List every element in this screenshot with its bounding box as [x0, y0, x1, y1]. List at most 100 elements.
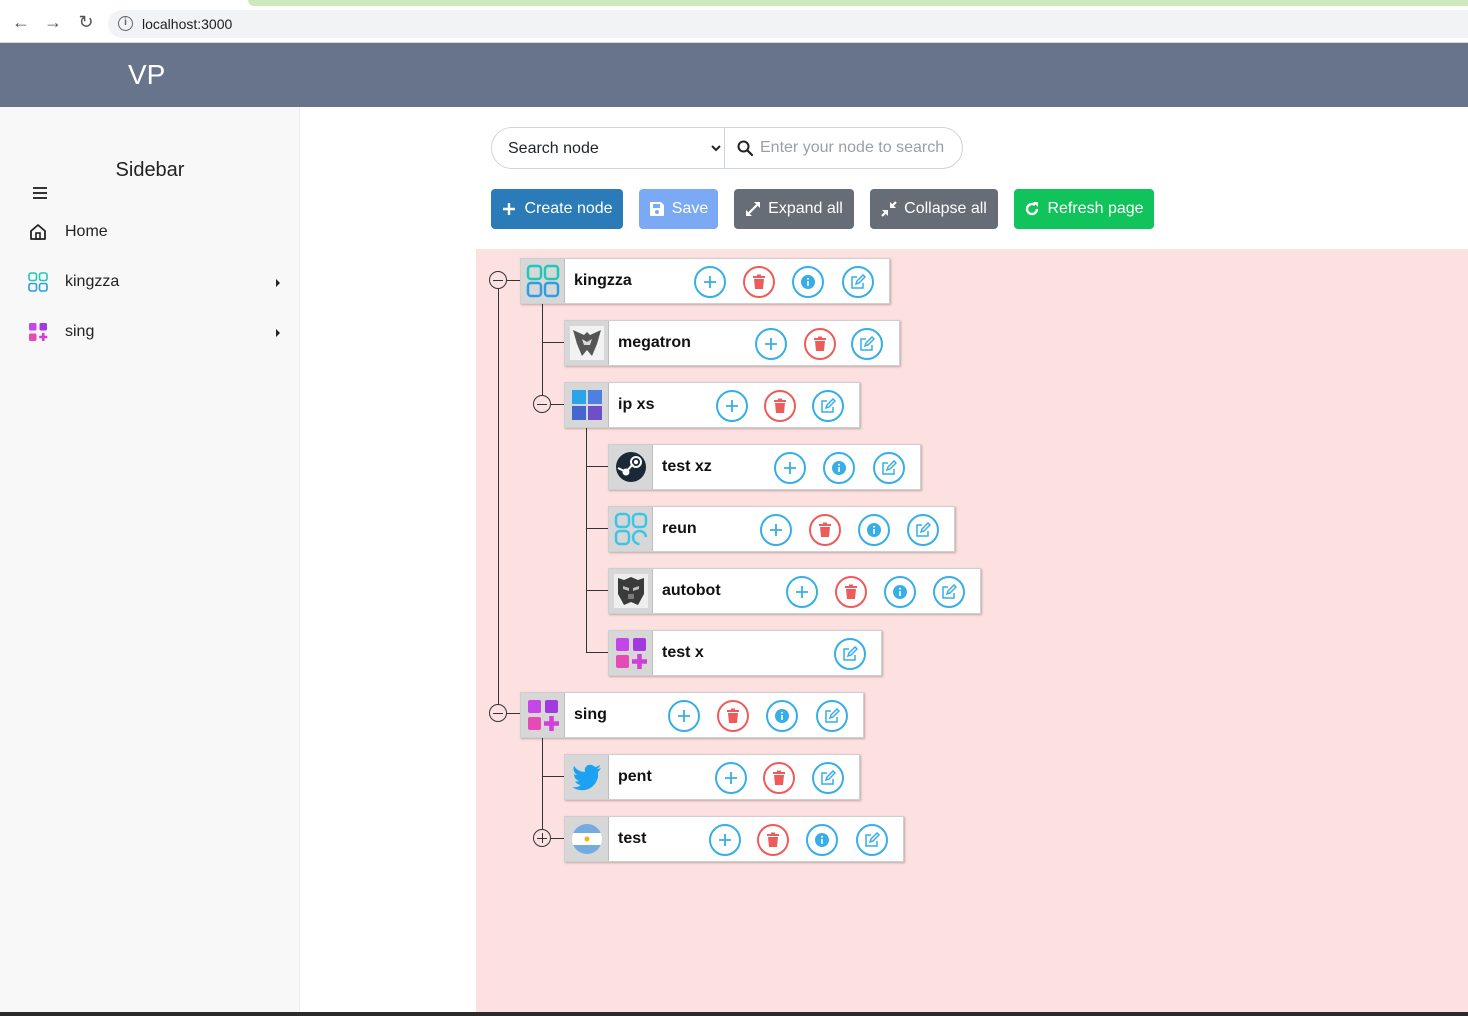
info-icon [867, 523, 881, 537]
node-thumbnail [565, 755, 609, 799]
edit-node-button[interactable] [834, 638, 866, 670]
add-child-button[interactable] [716, 390, 748, 422]
refresh-page-button[interactable]: Refresh page [1014, 189, 1154, 229]
expand-toggle-test[interactable] [533, 829, 551, 847]
tree-node-test[interactable]: test [564, 816, 904, 862]
plus-icon [719, 834, 731, 846]
plus-icon [796, 586, 808, 598]
tree-connector [542, 737, 543, 838]
info-icon [893, 585, 907, 599]
edit-icon [916, 522, 931, 537]
sidebar-item-sing[interactable]: sing [26, 318, 288, 348]
add-child-button[interactable] [715, 762, 747, 794]
edit-node-button[interactable] [873, 452, 905, 484]
chevron-right-icon[interactable] [276, 329, 280, 337]
save-button[interactable]: Save [639, 189, 718, 229]
edit-node-button[interactable] [851, 328, 883, 360]
edit-node-button[interactable] [907, 514, 939, 546]
autobot-icon [614, 574, 648, 608]
plus-icon [725, 772, 737, 784]
create-node-button[interactable]: Create node [491, 189, 623, 229]
delete-node-button[interactable] [809, 514, 841, 546]
add-child-button[interactable] [668, 700, 700, 732]
add-child-button[interactable] [760, 514, 792, 546]
decepticon-icon [570, 326, 604, 360]
tree-node-kingzza[interactable]: kingzza [520, 258, 890, 304]
search-type-select[interactable]: Search node [492, 128, 725, 168]
delete-node-button[interactable] [757, 824, 789, 856]
grid-plus-icon [528, 700, 559, 731]
info-button[interactable] [806, 824, 838, 856]
delete-node-button[interactable] [763, 762, 795, 794]
collapse-toggle-sing[interactable] [489, 704, 507, 722]
edit-node-button[interactable] [812, 762, 844, 794]
tree-node-test-x[interactable]: test x [608, 630, 882, 676]
trash-icon [774, 398, 786, 413]
info-button[interactable] [766, 700, 798, 732]
edit-node-button[interactable] [842, 266, 874, 298]
edit-node-button[interactable] [816, 700, 848, 732]
delete-node-button[interactable] [717, 700, 749, 732]
address-bar[interactable]: i localhost:3000 [108, 10, 1468, 38]
address-url[interactable]: localhost:3000 [142, 16, 232, 32]
grid-plus-icon [29, 323, 48, 341]
tree-connector [586, 528, 608, 529]
collapse-all-label: Collapse all [904, 200, 987, 217]
collapse-all-button[interactable]: Collapse all [870, 189, 998, 229]
tree-node-autobot[interactable]: autobot [608, 568, 981, 614]
back-arrow-icon[interactable]: ← [11, 12, 31, 32]
grid-icon [28, 272, 48, 292]
collapse-toggle-ip-xs[interactable] [533, 395, 551, 413]
forward-arrow-icon[interactable]: → [43, 12, 63, 32]
node-label: test xz [662, 458, 712, 475]
delete-node-button[interactable] [804, 328, 836, 360]
add-child-button[interactable] [774, 452, 806, 484]
delete-node-button[interactable] [835, 576, 867, 608]
floppy-disk-icon [649, 202, 664, 216]
tree-node-ip-xs[interactable]: ip xs [564, 382, 860, 428]
delete-node-button[interactable] [764, 390, 796, 422]
sidebar-item-home[interactable]: Home [26, 218, 288, 248]
search-icon [737, 140, 753, 156]
tree-connector [586, 652, 608, 653]
edit-node-button[interactable] [933, 576, 965, 608]
brand-logo-text[interactable]: VP [128, 59, 165, 91]
grid-outline-icon [614, 512, 648, 546]
sidebar-item-kingzza[interactable]: kingzza [26, 268, 288, 298]
sidebar: Sidebar Home kingzza sing [0, 107, 300, 1012]
plus-icon [503, 203, 516, 215]
site-info-icon[interactable]: i [118, 16, 133, 31]
node-label: kingzza [574, 272, 632, 289]
info-button[interactable] [858, 514, 890, 546]
trash-icon [814, 336, 826, 351]
info-button[interactable] [792, 266, 824, 298]
add-child-button[interactable] [709, 824, 741, 856]
node-thumbnail [609, 569, 653, 613]
node-label: autobot [662, 582, 721, 599]
search-input[interactable] [760, 133, 955, 163]
info-button[interactable] [823, 452, 855, 484]
sidebar-item-label: Home [65, 223, 108, 240]
info-icon [815, 833, 829, 847]
edit-node-button[interactable] [856, 824, 888, 856]
tree-node-reun[interactable]: reun [608, 506, 955, 552]
tree-node-test-xz[interactable]: test xz [608, 444, 921, 490]
chevron-right-icon[interactable] [276, 279, 280, 287]
tree-node-sing[interactable]: sing [520, 692, 864, 738]
node-label: megatron [618, 334, 691, 351]
hamburger-menu-icon[interactable] [33, 187, 47, 202]
delete-node-button[interactable] [743, 266, 775, 298]
node-label: test [618, 830, 647, 847]
collapse-toggle-kingzza[interactable] [489, 271, 507, 289]
add-child-button[interactable] [755, 328, 787, 360]
edit-node-button[interactable] [812, 390, 844, 422]
info-button[interactable] [884, 576, 916, 608]
expand-all-button[interactable]: Expand all [734, 189, 854, 229]
expand-all-label: Expand all [768, 200, 843, 217]
tree-node-pent[interactable]: pent [564, 754, 860, 800]
add-child-button[interactable] [786, 576, 818, 608]
reload-icon[interactable]: ↻ [76, 12, 96, 32]
tree-node-megatron[interactable]: megatron [564, 320, 900, 366]
add-child-button[interactable] [694, 266, 726, 298]
node-thumbnail [565, 817, 609, 861]
